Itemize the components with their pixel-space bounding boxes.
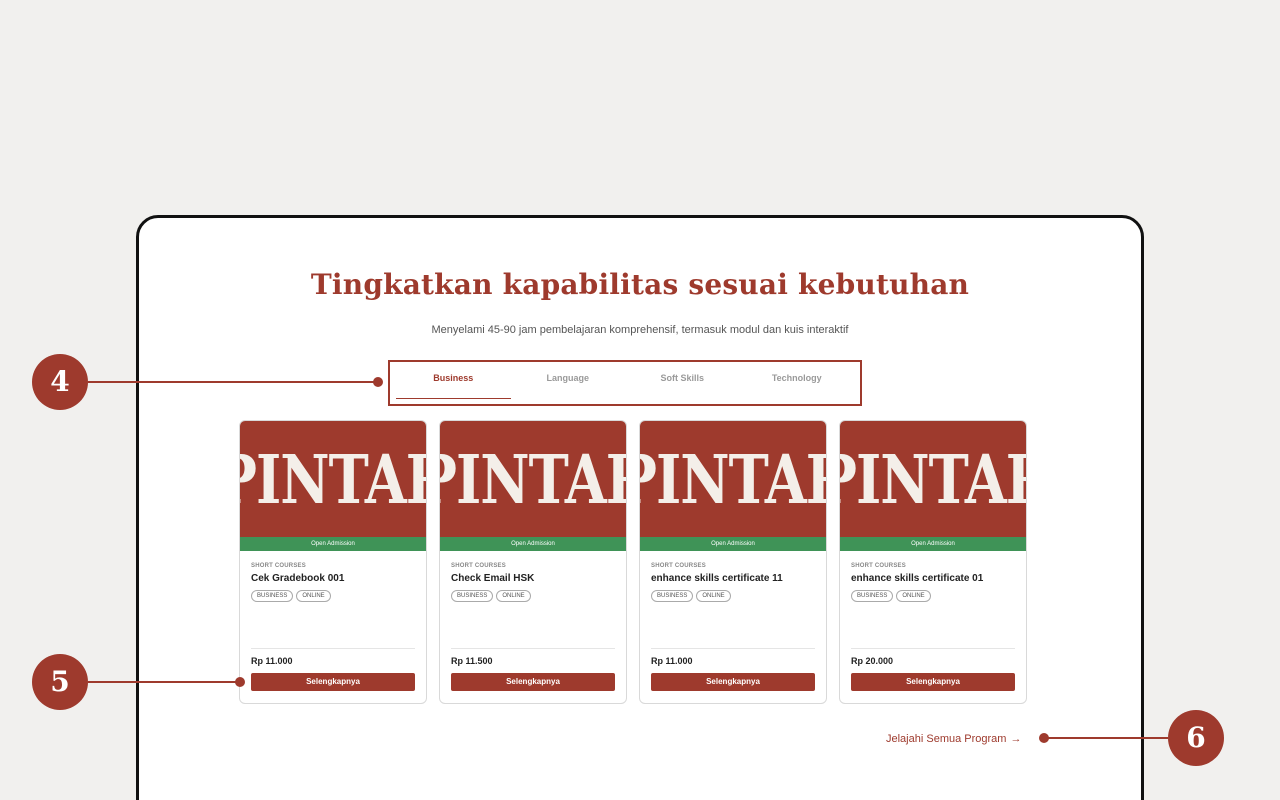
course-banner: PINTAR [640, 421, 826, 537]
tag-business: BUSINESS [651, 590, 694, 602]
annotation-line-6 [1044, 737, 1168, 739]
course-category: SHORT COURSES [851, 563, 906, 569]
details-button[interactable]: Selengkapnya [851, 673, 1015, 691]
explore-all-label: Jelajahi Semua Program [886, 733, 1007, 745]
course-category: SHORT COURSES [251, 563, 306, 569]
tag-business: BUSINESS [851, 590, 894, 602]
tag-online: ONLINE [896, 590, 931, 602]
course-tags: BUSINESS ONLINE [851, 590, 1015, 602]
course-price: Rp 20.000 [851, 656, 894, 666]
tag-business: BUSINESS [451, 590, 494, 602]
course-banner: PINTAR [240, 421, 426, 537]
details-button[interactable]: Selengkapnya [251, 673, 415, 691]
course-price: Rp 11.500 [451, 656, 493, 666]
arrow-right-icon: → [1010, 733, 1022, 745]
course-title: Check Email HSK [451, 573, 535, 584]
course-title: enhance skills certificate 11 [651, 573, 783, 584]
divider [651, 648, 815, 649]
course-price: Rp 11.000 [651, 656, 693, 666]
course-card[interactable]: PINTAR Open Admission SHORT COURSES enha… [839, 420, 1027, 704]
course-tags: BUSINESS ONLINE [451, 590, 615, 602]
status-badge: Open Admission [640, 537, 826, 551]
course-card-body: SHORT COURSES Check Email HSK BUSINESS O… [451, 563, 615, 703]
course-tags: BUSINESS ONLINE [251, 590, 415, 602]
course-banner: PINTAR [840, 421, 1026, 537]
explore-all-link[interactable]: Jelajahi Semua Program → [886, 733, 1021, 745]
tab-soft-skills[interactable]: Soft Skills [625, 369, 740, 399]
annotation-line-4 [88, 381, 378, 383]
details-button[interactable]: Selengkapnya [451, 673, 615, 691]
divider [251, 648, 415, 649]
pintar-logo: PINTAR [240, 439, 426, 519]
course-banner: PINTAR [440, 421, 626, 537]
annotation-marker-4: 4 [32, 354, 88, 410]
course-card[interactable]: PINTAR Open Admission SHORT COURSES enha… [639, 420, 827, 704]
tag-online: ONLINE [496, 590, 531, 602]
divider [851, 648, 1015, 649]
tab-language[interactable]: Language [511, 369, 626, 399]
tag-online: ONLINE [296, 590, 331, 602]
status-badge: Open Admission [240, 537, 426, 551]
status-badge: Open Admission [440, 537, 626, 551]
section-subtitle: Menyelami 45-90 jam pembelajaran kompreh… [431, 324, 849, 336]
course-title: Cek Gradebook 001 [251, 573, 345, 584]
course-category: SHORT COURSES [651, 563, 706, 569]
divider [451, 648, 615, 649]
section-title: Tingkatkan kapabilitas sesuai kebutuhan [310, 268, 970, 301]
course-card-body: SHORT COURSES enhance skills certificate… [651, 563, 815, 703]
pintar-logo: PINTAR [640, 439, 826, 519]
course-card-body: SHORT COURSES Cek Gradebook 001 BUSINESS… [251, 563, 415, 703]
course-card[interactable]: PINTAR Open Admission SHORT COURSES Chec… [439, 420, 627, 704]
course-card-body: SHORT COURSES enhance skills certificate… [851, 563, 1015, 703]
annotation-dot-4 [373, 377, 383, 387]
pintar-logo: PINTAR [840, 439, 1026, 519]
browser-frame: Tingkatkan kapabilitas sesuai kebutuhan … [136, 215, 1144, 800]
annotation-marker-5: 5 [32, 654, 88, 710]
tab-business[interactable]: Business [396, 369, 511, 399]
course-tags: BUSINESS ONLINE [651, 590, 815, 602]
course-cards: PINTAR Open Admission SHORT COURSES Cek … [239, 420, 1027, 704]
annotation-dot-5 [235, 677, 245, 687]
pintar-logo: PINTAR [440, 439, 626, 519]
course-category: SHORT COURSES [451, 563, 506, 569]
course-title: enhance skills certificate 01 [851, 573, 984, 584]
status-badge: Open Admission [840, 537, 1026, 551]
details-button[interactable]: Selengkapnya [651, 673, 815, 691]
course-price: Rp 11.000 [251, 656, 293, 666]
tag-online: ONLINE [696, 590, 731, 602]
course-card[interactable]: PINTAR Open Admission SHORT COURSES Cek … [239, 420, 427, 704]
category-tabs: Business Language Soft Skills Technology [388, 360, 862, 406]
annotation-line-5 [88, 681, 240, 683]
annotation-dot-6 [1039, 733, 1049, 743]
tag-business: BUSINESS [251, 590, 294, 602]
annotation-marker-6: 6 [1168, 710, 1224, 766]
tab-technology[interactable]: Technology [740, 369, 855, 399]
